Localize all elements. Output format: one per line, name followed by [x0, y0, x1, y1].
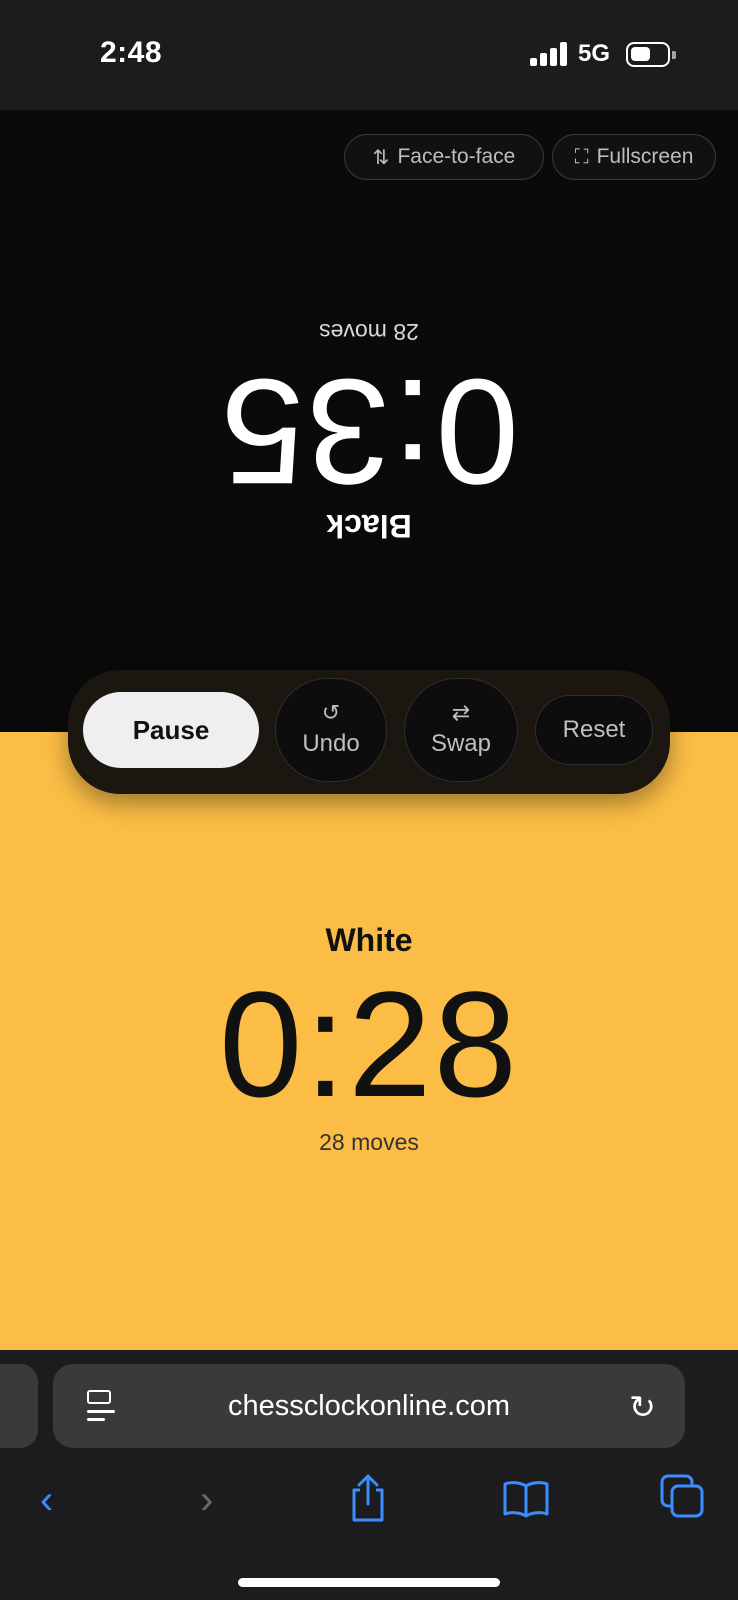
battery-icon [626, 42, 676, 67]
bookmarks-icon[interactable] [502, 1478, 550, 1518]
swap-button[interactable]: ⇄ Swap [404, 678, 518, 782]
back-icon[interactable]: ‹ [40, 1478, 53, 1523]
url-text: chessclockonline.com [227, 1390, 511, 1422]
white-clock-panel[interactable]: White 0:28 28 moves [0, 732, 738, 1350]
white-clock-display: White 0:28 28 moves [0, 922, 738, 1156]
face-to-face-button[interactable]: ⇅ Face-to-face [344, 134, 544, 180]
black-clock-time: 0:35 [219, 348, 519, 516]
white-player-name: White [325, 922, 413, 958]
black-move-count: 28 moves [319, 319, 419, 345]
home-indicator [238, 1578, 500, 1587]
arrows-up-down-icon: ⇅ [372, 146, 390, 169]
share-icon[interactable] [346, 1472, 390, 1524]
black-clock-display: Black 0:35 28 moves [0, 270, 738, 550]
white-clock-time: 0:28 [219, 960, 519, 1128]
address-bar[interactable]: chessclockonline.com ↻ [53, 1364, 685, 1448]
tabs-icon[interactable] [660, 1474, 704, 1518]
fullscreen-icon: ⛶ [574, 145, 589, 168]
white-move-count: 28 moves [319, 1129, 419, 1155]
previous-tab-preview[interactable] [0, 1364, 38, 1448]
undo-label: Undo [302, 730, 360, 757]
forward-icon[interactable]: › [200, 1478, 213, 1523]
face-to-face-label: Face-to-face [397, 145, 516, 168]
fullscreen-label: Fullscreen [596, 145, 694, 168]
swap-label: Swap [430, 730, 492, 757]
undo-button[interactable]: ↺ Undo [275, 678, 387, 782]
undo-icon: ↺ [321, 700, 341, 725]
cellular-signal-icon [530, 42, 568, 66]
network-type: 5G [578, 40, 611, 67]
status-time: 2:48 [100, 36, 163, 69]
reset-button[interactable]: Reset [535, 695, 653, 765]
swap-icon: ⇄ [451, 700, 471, 725]
status-bar: 2:48 5G [0, 0, 738, 110]
black-clock-panel[interactable]: ⇅ Face-to-face ⛶ Fullscreen Black 0:35 2… [0, 110, 738, 732]
fullscreen-button[interactable]: ⛶ Fullscreen [552, 134, 716, 180]
control-bar: Pause ↺ Undo ⇄ Swap Reset [68, 670, 670, 794]
pause-button[interactable]: Pause [83, 692, 259, 768]
reload-icon[interactable]: ↻ [629, 1388, 656, 1426]
browser-toolbar: chessclockonline.com ↻ ‹ › [0, 1350, 738, 1600]
